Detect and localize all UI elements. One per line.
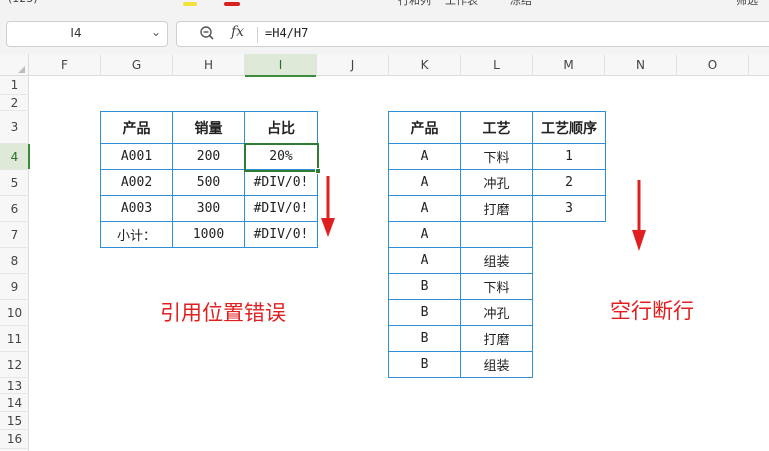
formula-bar: I4 ⌄ fx =H4/H7 (0, 10, 769, 54)
row-header[interactable]: 12 (0, 352, 29, 378)
row-header[interactable]: 2 (0, 95, 29, 111)
arrow-down-icon (321, 176, 335, 237)
function-icon[interactable]: fx (231, 24, 244, 40)
cell[interactable]: A003 (100, 195, 173, 222)
chevron-down-icon[interactable]: ⌄ (151, 25, 161, 39)
row-header[interactable]: 7 (0, 222, 29, 248)
cell[interactable]: A (388, 195, 461, 222)
row-header[interactable]: 5 (0, 170, 29, 196)
cell[interactable]: 500 (172, 169, 245, 196)
row-header-bar: 1 2 3 4 5 6 7 8 9 10 11 12 13 14 15 16 (0, 76, 30, 451)
arrow-down-icon (632, 180, 646, 251)
header-cell[interactable]: 占比 (244, 111, 318, 144)
cell[interactable]: A (388, 143, 461, 170)
column-header-m[interactable]: M (533, 54, 605, 76)
cell[interactable]: B (388, 299, 461, 326)
process-table: 产品 工艺 工艺顺序 A 下料 1 A 冲孔 2 A 打磨 3 A A 组装 B… (388, 111, 606, 378)
select-all-corner[interactable] (0, 54, 29, 76)
row-header[interactable]: 10 (0, 300, 29, 326)
cell[interactable]: A (388, 169, 461, 196)
header-cell[interactable]: 工艺顺序 (532, 111, 606, 144)
cell[interactable]: #DIV/0! (244, 221, 318, 248)
selected-cell-i4[interactable]: 20% (244, 143, 318, 170)
row-header[interactable]: 13 (0, 378, 29, 394)
row-header[interactable]: 6 (0, 196, 29, 222)
annotation-blank-row-break: 空行断行 (610, 299, 694, 323)
empty-cell[interactable] (532, 273, 606, 300)
cell[interactable]: 冲孔 (460, 299, 533, 326)
cell[interactable]: 3 (532, 195, 606, 222)
column-header-o[interactable]: O (677, 54, 749, 76)
cell[interactable]: B (388, 273, 461, 300)
toolbar-item[interactable]: 冻结 (510, 0, 532, 8)
cell[interactable]: B (388, 325, 461, 352)
cell[interactable]: 打磨 (460, 325, 533, 352)
formula-separator (257, 27, 258, 43)
column-header-g[interactable]: G (101, 54, 173, 76)
column-header-n[interactable]: N (605, 54, 677, 76)
name-box-value: I4 (70, 26, 82, 40)
column-header-k[interactable]: K (389, 54, 461, 76)
cell[interactable]: #DIV/0! (244, 169, 318, 196)
column-header-bar: F G H I J K L M N O (0, 54, 769, 77)
cell[interactable]: A (388, 221, 461, 248)
annotation-reference-error: 引用位置错误 (160, 301, 286, 325)
empty-cell[interactable] (532, 299, 606, 326)
row-header[interactable]: 8 (0, 248, 29, 274)
column-header-h[interactable]: H (173, 54, 245, 76)
highlight-color-icon[interactable] (183, 2, 197, 6)
row-header[interactable]: 11 (0, 326, 29, 352)
spreadsheet-window: (123) 行和列 工作表 冻结 筛选 I4 ⌄ fx =H4/H7 F G H (0, 0, 769, 451)
column-header-j[interactable]: J (317, 54, 389, 76)
cell[interactable]: A001 (100, 143, 173, 170)
ribbon-toolbar: (123) 行和列 工作表 冻结 筛选 (0, 0, 769, 10)
row-header[interactable]: 15 (0, 412, 29, 430)
column-header-l[interactable]: L (461, 54, 533, 76)
toolbar-item[interactable]: (123) (8, 0, 38, 8)
cell[interactable] (460, 221, 533, 248)
column-header-f[interactable]: F (29, 54, 101, 76)
column-header-i[interactable]: I (245, 54, 317, 77)
toolbar-item[interactable]: 筛选 (736, 0, 758, 8)
font-color-icon[interactable] (224, 2, 240, 6)
cell[interactable]: 下料 (460, 143, 533, 170)
cell[interactable]: 组装 (460, 351, 533, 378)
cell[interactable]: 2 (532, 169, 606, 196)
row-header[interactable]: 9 (0, 274, 29, 300)
cell[interactable]: 冲孔 (460, 169, 533, 196)
cell[interactable]: #DIV/0! (244, 195, 318, 222)
cell[interactable]: 小计： (100, 221, 173, 248)
cell[interactable]: 200 (172, 143, 245, 170)
cell[interactable]: 组装 (460, 247, 533, 274)
cell[interactable]: B (388, 351, 461, 378)
row-header[interactable]: 16 (0, 430, 29, 449)
empty-cell[interactable] (532, 247, 606, 274)
header-cell[interactable]: 产品 (388, 111, 461, 144)
cell[interactable]: A002 (100, 169, 173, 196)
header-cell[interactable]: 工艺 (460, 111, 533, 144)
row-header[interactable]: 4 (0, 144, 30, 170)
empty-cell[interactable] (532, 221, 606, 248)
toolbar-item[interactable]: 行和列 (398, 0, 431, 8)
name-box[interactable]: I4 ⌄ (6, 21, 168, 47)
cell[interactable]: 1 (532, 143, 606, 170)
formula-text: =H4/H7 (265, 26, 309, 40)
cell[interactable]: 打磨 (460, 195, 533, 222)
sales-table: 产品 销量 占比 A001 200 20% A002 500 #DIV/0! A… (100, 111, 318, 248)
cell[interactable]: 300 (172, 195, 245, 222)
toolbar-item[interactable]: 工作表 (445, 0, 478, 8)
cell[interactable]: A (388, 247, 461, 274)
row-header[interactable]: 3 (0, 111, 29, 144)
row-header[interactable]: 14 (0, 394, 29, 412)
empty-cell[interactable] (532, 351, 606, 378)
header-cell[interactable]: 产品 (100, 111, 173, 144)
formula-input[interactable]: fx =H4/H7 (176, 21, 769, 47)
empty-cell[interactable] (532, 325, 606, 352)
cell[interactable]: 下料 (460, 273, 533, 300)
row-header[interactable]: 1 (0, 76, 29, 95)
cell[interactable]: 1000 (172, 221, 245, 248)
zoom-icon[interactable] (199, 25, 215, 41)
header-cell[interactable]: 销量 (172, 111, 245, 144)
